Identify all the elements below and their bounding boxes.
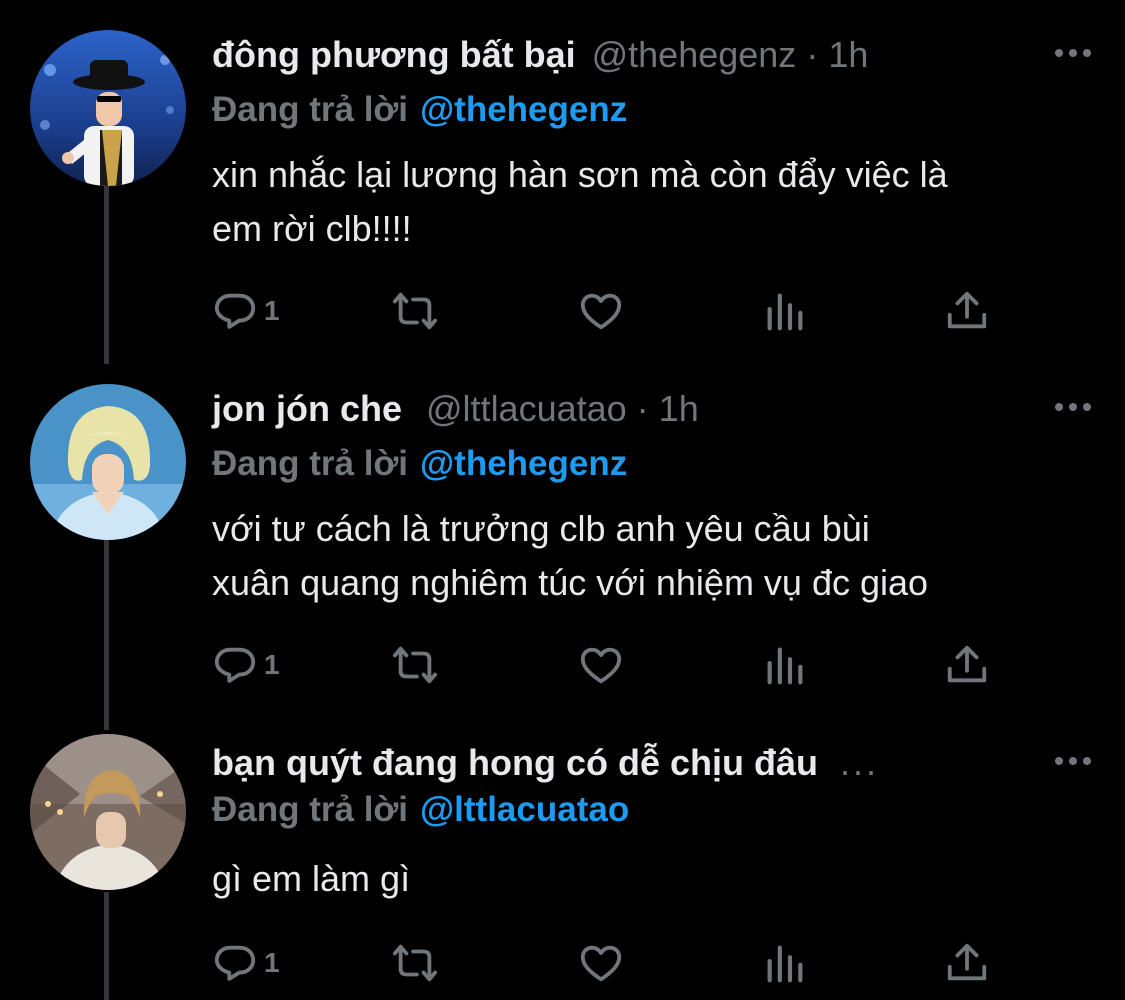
replying-to: Đang trả lời @thehegenz: [212, 90, 627, 130]
analytics-button[interactable]: [762, 286, 808, 336]
like-button[interactable]: [578, 640, 624, 690]
avatar[interactable]: [30, 734, 186, 890]
timestamp[interactable]: 1h: [828, 34, 868, 76]
username[interactable]: @lttlacuatao: [426, 388, 627, 430]
tweet[interactable]: đông phương bất bại @thehegenz · 1h Đang…: [0, 30, 1125, 360]
tweet-text-line: em rời clb!!!!: [212, 208, 412, 249]
analytics-icon: [767, 293, 803, 331]
tweet-header: jon jón che @lttlacuatao · 1h: [212, 384, 699, 434]
action-bar: 1: [212, 286, 1012, 336]
avatar[interactable]: [30, 30, 186, 186]
retweet-button[interactable]: [392, 286, 438, 336]
replying-to: Đang trả lời @thehegenz: [212, 444, 627, 484]
analytics-button[interactable]: [762, 938, 808, 988]
retweet-icon: [392, 944, 438, 982]
tweet[interactable]: bạn quýt đang hong có dễ chịu đâu ... Đa…: [0, 734, 1125, 1000]
heart-icon: [580, 647, 622, 684]
avatar[interactable]: [30, 384, 186, 540]
separator-dot: ·: [806, 34, 819, 75]
tweet-text-line: gì em làm gì: [212, 858, 411, 899]
username[interactable]: @thehegenz: [592, 34, 797, 76]
share-button[interactable]: [944, 640, 990, 690]
avatar-image: [30, 30, 186, 186]
reply-icon: [214, 293, 256, 329]
display-name[interactable]: bạn quýt đang hong có dễ chịu đâu: [212, 742, 818, 784]
share-icon: [947, 291, 987, 329]
heart-icon: [580, 945, 622, 982]
like-button[interactable]: [578, 286, 624, 336]
tweet-text-line: xin nhắc lại lương hàn sơn mà còn đẩy vi…: [212, 154, 948, 195]
tweet-text: gì em làm gì: [212, 852, 1092, 906]
display-name[interactable]: jon jón che: [212, 388, 402, 430]
like-button[interactable]: [578, 938, 624, 988]
replying-label: Đang trả lời: [212, 90, 409, 129]
mention-link[interactable]: @thehegenz: [420, 444, 627, 483]
reply-count: 1: [264, 295, 280, 326]
reply-button[interactable]: 1: [212, 938, 280, 988]
analytics-button[interactable]: [762, 640, 808, 690]
tweet[interactable]: jon jón che @lttlacuatao · 1h Đang trả l…: [0, 384, 1125, 714]
action-bar: 1: [212, 938, 1012, 988]
analytics-icon: [767, 945, 803, 983]
analytics-icon: [767, 647, 803, 685]
more-horizontal-icon[interactable]: [1051, 392, 1095, 422]
reply-button[interactable]: 1: [212, 286, 280, 336]
tweet-header: bạn quýt đang hong có dễ chịu đâu ...: [212, 738, 879, 788]
retweet-button[interactable]: [392, 640, 438, 690]
retweet-icon: [392, 292, 438, 330]
share-button[interactable]: [944, 938, 990, 988]
tweet-text-line: xuân quang nghiêm túc với nhiệm vụ đc gi…: [212, 562, 929, 603]
retweet-button[interactable]: [392, 938, 438, 988]
tweet-text: với tư cách là trưởng clb anh yêu cầu bù…: [212, 502, 1092, 610]
tweet-header: đông phương bất bại @thehegenz · 1h: [212, 30, 868, 80]
timestamp[interactable]: 1h: [659, 388, 699, 430]
avatar-image: [30, 384, 186, 540]
share-icon: [947, 645, 987, 683]
more-horizontal-icon[interactable]: [1051, 38, 1095, 68]
mention-link[interactable]: @thehegenz: [420, 90, 627, 129]
name-truncation-ellipsis: ...: [840, 742, 880, 783]
separator-dot: ·: [636, 388, 649, 429]
reply-count: 1: [264, 649, 280, 680]
display-name[interactable]: đông phương bất bại: [212, 34, 576, 76]
tweet-text: xin nhắc lại lương hàn sơn mà còn đẩy vi…: [212, 148, 1092, 256]
replying-label: Đang trả lời: [212, 790, 409, 829]
mention-link[interactable]: @lttlacuatao: [420, 790, 629, 829]
action-bar: 1: [212, 640, 1012, 690]
tweet-text-line: với tư cách là trưởng clb anh yêu cầu bù…: [212, 508, 870, 549]
avatar-image: [30, 734, 186, 890]
share-icon: [947, 943, 987, 981]
replying-to: Đang trả lời @lttlacuatao: [212, 790, 629, 830]
reply-icon: [214, 647, 256, 683]
reply-icon: [214, 945, 256, 981]
reply-button[interactable]: 1: [212, 640, 280, 690]
share-button[interactable]: [944, 286, 990, 336]
heart-icon: [580, 293, 622, 330]
retweet-icon: [392, 646, 438, 684]
reply-count: 1: [264, 947, 280, 978]
more-horizontal-icon[interactable]: [1051, 746, 1095, 776]
replying-label: Đang trả lời: [212, 444, 409, 483]
